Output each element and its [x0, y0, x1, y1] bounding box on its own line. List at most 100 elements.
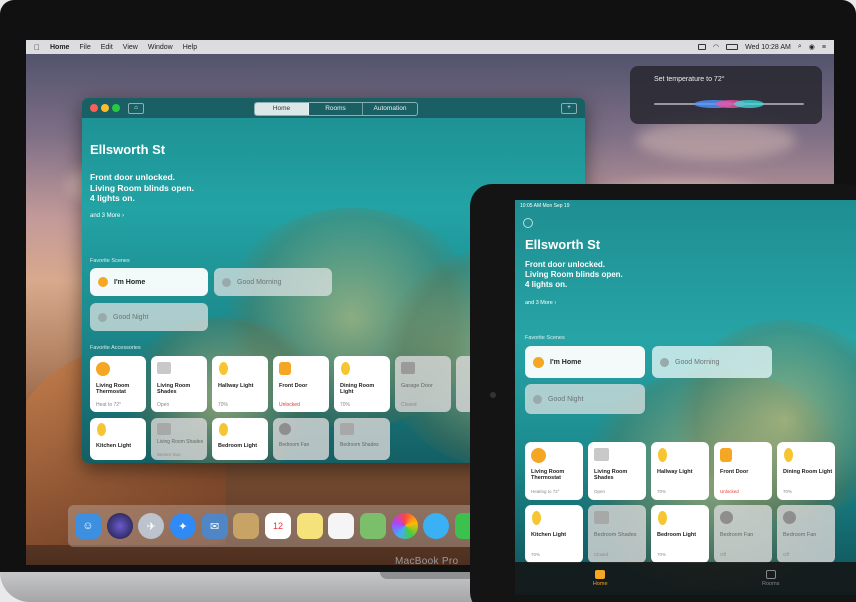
tile-name: Bedroom Shades	[594, 532, 637, 538]
photos-icon[interactable]	[391, 513, 418, 539]
menubar-clock[interactable]: Wed 10:28 AM	[745, 44, 791, 51]
calendar-icon[interactable]: 12	[264, 513, 291, 539]
lightbulb-icon	[219, 362, 228, 375]
battery-icon[interactable]	[726, 44, 739, 50]
siri-icon[interactable]	[106, 513, 133, 539]
minimize-button[interactable]	[101, 104, 109, 112]
ipad-tab-home[interactable]: Home	[515, 562, 686, 595]
ipad-tab-bar: Home Rooms	[515, 562, 856, 595]
ipad-home-title: Ellsworth St	[525, 237, 601, 252]
rooms-icon	[765, 570, 776, 579]
maps-icon[interactable]	[360, 513, 387, 539]
tile-state: Open	[157, 402, 170, 408]
garage-icon	[401, 362, 415, 374]
ipad-tile-hallway-light[interactable]: Hallway Light 70%	[651, 442, 709, 500]
tile-state: Off	[783, 552, 789, 557]
tile-dining-room-light[interactable]: Dining Room Light 70%	[334, 356, 390, 412]
search-icon[interactable]: ⌕	[798, 43, 802, 51]
ipad-scene-im-home[interactable]: I'm Home	[525, 346, 645, 378]
tile-bedroom-shades[interactable]: Bedroom Shades	[334, 418, 390, 460]
menu-home[interactable]: Home	[50, 44, 69, 51]
ipad-tile-living-room-thermostat[interactable]: Living Room Thermostat Heating to 72°	[525, 442, 583, 500]
tile-bedroom-light[interactable]: Bedroom Light	[212, 418, 268, 460]
tile-state: Sensor Sun	[157, 452, 181, 457]
siri-menu-icon[interactable]: ◉	[809, 43, 815, 51]
scene-label: Good Night	[548, 395, 584, 403]
tile-name: Kitchen Light	[96, 443, 132, 449]
ipad-more-link[interactable]: and 3 More ›	[525, 300, 556, 306]
zoom-button[interactable]	[112, 104, 120, 112]
scene-good-morning[interactable]: Good Morning	[214, 268, 332, 296]
tile-front-door[interactable]: Front Door Unlocked	[273, 356, 329, 412]
shades-icon	[157, 423, 171, 435]
tile-state: Unlocked	[279, 402, 300, 408]
more-link[interactable]: and 3 More ›	[90, 213, 124, 219]
tile-state: Heating to 72°	[531, 489, 560, 494]
ipad-tile-bedroom-light[interactable]: Bedroom Light 70%	[651, 505, 709, 563]
location-icon[interactable]	[523, 218, 533, 228]
ipad-scene-good-morning[interactable]: Good Morning	[652, 346, 772, 378]
dock: ☺ ✈ ✦ ✉ 12	[68, 505, 488, 547]
thermostat-icon	[96, 362, 110, 376]
reminders-icon[interactable]	[328, 513, 355, 539]
tile-garage-door[interactable]: Garage Door Closed	[395, 356, 451, 412]
tile-name: Living Room Shades	[594, 469, 628, 482]
tab-rooms[interactable]: Rooms	[309, 103, 363, 115]
ipad-tile-living-room-shades[interactable]: Living Room Shades Open	[588, 442, 646, 500]
messages-icon[interactable]	[423, 513, 450, 539]
lightbulb-icon	[784, 448, 793, 462]
launchpad-icon[interactable]: ✈	[138, 513, 165, 539]
menu-window[interactable]: Window	[148, 44, 173, 51]
ipad-tile-dining-room-light[interactable]: Dining Room Light 70%	[777, 442, 835, 500]
tile-state: Closed	[594, 552, 609, 557]
tile-name: Bedroom Fan	[720, 532, 754, 538]
contacts-icon[interactable]	[233, 513, 260, 539]
tab-home[interactable]: Home	[255, 103, 309, 115]
airplay-icon[interactable]	[697, 44, 706, 50]
tile-living-room-shades-2[interactable]: Living Room Shades Sensor Sun	[151, 418, 207, 460]
tile-state: Closed	[401, 402, 417, 408]
shades-icon	[594, 511, 609, 524]
tile-state: Unlocked	[720, 489, 739, 494]
ipad-scene-good-night[interactable]: Good Night	[525, 384, 645, 414]
wifi-icon[interactable]: ◠	[713, 43, 719, 51]
status-menus: ◠ Wed 10:28 AM ⌕ ◉ ≡	[697, 43, 826, 51]
mail-icon[interactable]: ✉	[201, 513, 228, 539]
tile-state: Heat to 72°	[96, 402, 122, 408]
safari-icon[interactable]: ✦	[169, 513, 196, 539]
tile-living-room-thermostat[interactable]: Living Room Thermostat Heat to 72°	[90, 356, 146, 412]
apple-menu-icon[interactable]: 	[34, 43, 40, 52]
tile-state: 70%	[531, 552, 541, 557]
tab-automation[interactable]: Automation	[363, 103, 417, 115]
tile-state: 70%	[657, 552, 667, 557]
tile-bedroom-fan[interactable]: Bedroom Fan	[273, 418, 329, 460]
close-button[interactable]	[90, 104, 98, 112]
ipad-tile-bedroom-fan[interactable]: Bedroom Fan Off	[714, 505, 772, 563]
ipad-tile-bedroom-fan-2[interactable]: Bedroom Fan Off	[777, 505, 835, 563]
moon-icon	[533, 394, 542, 404]
tile-state: 70%	[218, 402, 229, 408]
lightbulb-icon	[658, 511, 667, 525]
tile-name: Living Room Thermostat	[531, 469, 565, 482]
tile-kitchen-light[interactable]: Kitchen Light	[90, 418, 146, 460]
ipad-tab-rooms[interactable]: Rooms	[686, 562, 856, 595]
ipad-tile-front-door[interactable]: Front Door Unlocked	[714, 442, 772, 500]
ipad-tile-bedroom-shades[interactable]: Bedroom Shades Closed	[588, 505, 646, 563]
tile-hallway-light[interactable]: Hallway Light 70%	[212, 356, 268, 412]
scene-good-night[interactable]: Good Night	[90, 303, 208, 331]
add-icon[interactable]: +	[561, 103, 577, 114]
sunrise-icon	[660, 357, 669, 367]
scene-im-home[interactable]: I'm Home	[90, 268, 208, 296]
ipad-tile-kitchen-light[interactable]: Kitchen Light 70%	[525, 505, 583, 563]
menu-edit[interactable]: Edit	[101, 44, 113, 51]
menu-help[interactable]: Help	[183, 44, 197, 51]
unlocked-icon	[279, 362, 291, 375]
notes-icon[interactable]	[296, 513, 323, 539]
status-line: 4 lights on.	[525, 280, 568, 289]
tile-living-room-shades[interactable]: Living Room Shades Open	[151, 356, 207, 412]
menu-file[interactable]: File	[79, 44, 90, 51]
menu-list-icon[interactable]: ≡	[822, 44, 826, 51]
finder-icon[interactable]: ☺	[74, 513, 101, 539]
home-menu-icon[interactable]: ⌂	[128, 103, 144, 114]
menu-view[interactable]: View	[123, 44, 138, 51]
